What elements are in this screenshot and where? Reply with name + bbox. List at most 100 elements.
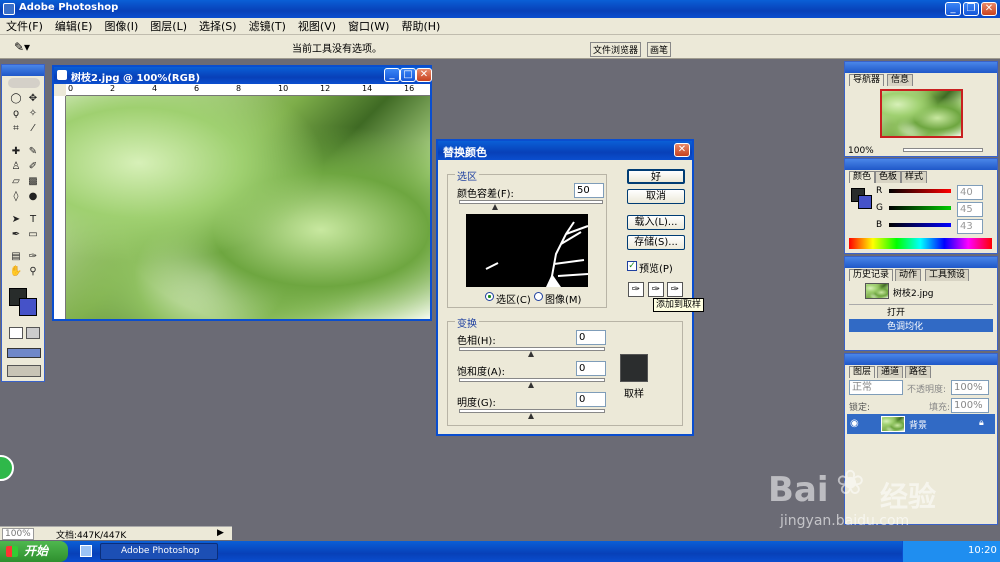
quick-mask-on-icon[interactable] [26, 327, 40, 339]
save-button[interactable]: 存储(S)... [627, 235, 685, 250]
g-slider[interactable] [889, 206, 951, 210]
brush-tool-icon[interactable]: ✎ [26, 145, 40, 158]
lightness-slider-thumb[interactable] [528, 413, 534, 419]
eyedropper-icon[interactable]: ✑ [628, 282, 644, 297]
document-maximize-button[interactable]: □ [400, 68, 416, 82]
path-select-tool-icon[interactable]: ➤ [9, 213, 23, 226]
tab-brushes[interactable]: 画笔 [647, 42, 672, 57]
history-snapshot[interactable]: 树枝2.jpg [893, 286, 934, 299]
move-tool-icon[interactable]: ✥ [26, 92, 40, 105]
navigator-thumbnail[interactable] [880, 89, 963, 138]
dialog-close-button[interactable]: ✕ [674, 143, 690, 157]
stamp-tool-icon[interactable]: ♙ [9, 160, 23, 173]
status-menu-arrow-icon[interactable]: ▶ [217, 528, 224, 538]
navigator-zoom[interactable]: 100% [848, 146, 874, 156]
menu-item[interactable]: 图像(I) [98, 18, 144, 35]
tab-history[interactable]: 历史记录 [849, 269, 894, 281]
taskbar-task[interactable]: Adobe Photoshop [100, 543, 218, 560]
quick-mask-off-icon[interactable] [9, 327, 23, 339]
eyedropper-plus-icon[interactable]: ✑ [648, 282, 664, 297]
tolerance-slider[interactable] [459, 200, 603, 204]
b-slider[interactable] [889, 223, 951, 227]
g-input[interactable]: 45 [957, 202, 983, 217]
ok-button[interactable]: 好 [627, 169, 685, 184]
eye-icon[interactable]: ◉ [850, 418, 859, 429]
menu-item[interactable]: 图层(L) [144, 18, 193, 35]
fill-input[interactable]: 100% [951, 398, 989, 413]
history-item[interactable]: 色调均化 [849, 319, 993, 332]
tab-color[interactable]: 颜色 [849, 171, 876, 183]
eyedropper-minus-icon[interactable]: ✑ [667, 282, 683, 297]
radio-image[interactable] [534, 292, 543, 301]
magic-wand-tool-icon[interactable]: ✧ [26, 107, 40, 120]
tolerance-slider-thumb[interactable] [492, 204, 498, 210]
status-zoom[interactable]: 100% [2, 528, 34, 540]
jump-to-imageready-icon[interactable] [7, 365, 41, 377]
load-button[interactable]: 载入(L)... [627, 215, 685, 230]
tab-actions[interactable]: 动作 [895, 269, 922, 281]
menu-item[interactable]: 选择(S) [193, 18, 243, 35]
document-canvas-image[interactable] [66, 96, 430, 319]
marquee-tool-icon[interactable]: ◯ [9, 92, 23, 105]
menu-item[interactable]: 编辑(E) [49, 18, 99, 35]
tab-channels[interactable]: 通道 [877, 366, 904, 378]
tab-styles[interactable]: 样式 [901, 171, 928, 183]
menu-item[interactable]: 视图(V) [292, 18, 342, 35]
minimize-button[interactable]: _ [945, 2, 961, 16]
tab-info[interactable]: 信息 [887, 74, 914, 86]
saturation-slider-thumb[interactable] [528, 382, 534, 388]
r-slider[interactable] [889, 189, 951, 193]
sample-color-swatch[interactable] [620, 354, 648, 382]
menu-item[interactable]: 窗口(W) [342, 18, 395, 35]
gradient-tool-icon[interactable]: ▩ [26, 175, 40, 188]
navigator-zoom-slider[interactable] [903, 148, 983, 152]
slice-tool-icon[interactable]: ⁄ [26, 122, 40, 135]
type-tool-icon[interactable]: T [26, 213, 40, 226]
color-spectrum-bar[interactable] [849, 238, 992, 249]
menu-item[interactable]: 滤镜(T) [243, 18, 292, 35]
healing-tool-icon[interactable]: ✚ [9, 145, 23, 158]
layer-row[interactable]: ◉ 背景 🔒︎ [847, 414, 995, 434]
color-background-swatch[interactable] [858, 195, 872, 209]
history-brush-tool-icon[interactable]: ✐ [26, 160, 40, 173]
eyedropper-tool-icon[interactable]: ✎▾ [14, 40, 30, 54]
dodge-tool-icon[interactable]: ● [26, 190, 40, 203]
float-widget-icon[interactable] [0, 455, 14, 481]
eraser-tool-icon[interactable]: ▱ [9, 175, 23, 188]
lasso-tool-icon[interactable]: ϙ [9, 107, 23, 120]
pen-tool-icon[interactable]: ✒ [9, 228, 23, 241]
selection-preview-mask[interactable] [466, 214, 588, 287]
lightness-input[interactable]: 0 [576, 392, 606, 407]
hue-slider-thumb[interactable] [528, 351, 534, 357]
saturation-input[interactable]: 0 [576, 361, 606, 376]
eyedropper-tool-icon[interactable]: ✑ [26, 250, 40, 263]
zoom-tool-icon[interactable]: ⚲ [26, 265, 40, 278]
blur-tool-icon[interactable]: ◊ [9, 190, 23, 203]
tab-navigator[interactable]: 导航器 [849, 74, 885, 86]
tab-tool-presets[interactable]: 工具预设 [925, 269, 970, 281]
close-button[interactable]: ✕ [981, 2, 997, 16]
notes-tool-icon[interactable]: ▤ [9, 250, 23, 263]
radio-selection[interactable] [485, 292, 494, 301]
tab-layers[interactable]: 图层 [849, 366, 876, 378]
preview-checkbox[interactable]: ✓ [627, 261, 637, 271]
blend-mode-select[interactable]: 正常 [849, 380, 903, 395]
opacity-input[interactable]: 100% [951, 380, 989, 395]
background-color-swatch[interactable] [19, 298, 37, 316]
document-minimize-button[interactable]: _ [384, 68, 400, 82]
restore-button[interactable]: ❐ [963, 2, 979, 16]
quick-launch-icon[interactable] [80, 545, 92, 557]
tab-swatches[interactable]: 色板 [875, 171, 902, 183]
shape-tool-icon[interactable]: ▭ [26, 228, 40, 241]
menu-item[interactable]: 文件(F) [0, 18, 49, 35]
screen-mode-icon[interactable] [7, 348, 41, 358]
tab-paths[interactable]: 路径 [905, 366, 932, 378]
tolerance-input[interactable]: 50 [574, 183, 604, 198]
document-close-button[interactable]: ✕ [416, 68, 432, 82]
tab-file-browser[interactable]: 文件浏览器 [590, 42, 642, 57]
cancel-button[interactable]: 取消 [627, 189, 685, 204]
b-input[interactable]: 43 [957, 219, 983, 234]
r-input[interactable]: 40 [957, 185, 983, 200]
menu-item[interactable]: 帮助(H) [395, 18, 446, 35]
hue-input[interactable]: 0 [576, 330, 606, 345]
